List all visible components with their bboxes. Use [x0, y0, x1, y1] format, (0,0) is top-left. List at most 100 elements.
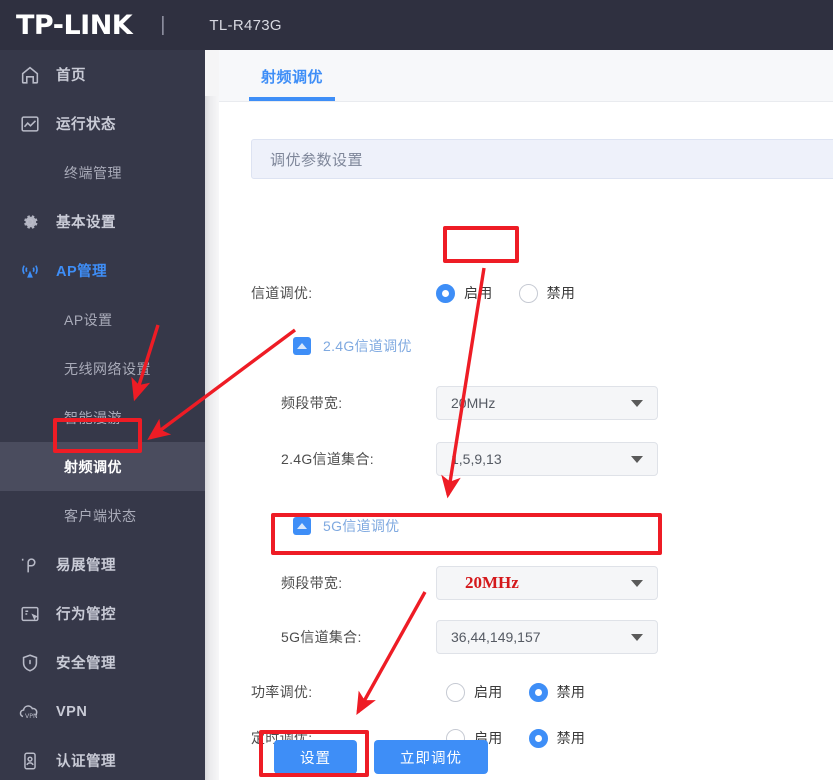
radio-label: 禁用 [556, 684, 586, 700]
row-bandwidth-5g: 频段带宽: 20MHz [251, 566, 658, 600]
sidebar-item-smart-roaming[interactable]: 智能漫游 [0, 393, 205, 442]
radio-timed-tuning-disable[interactable]: 禁用 [528, 728, 586, 748]
radio-dot-selected-icon [528, 728, 548, 748]
sidebar-item-label: 客户端状态 [64, 507, 137, 524]
select-channelset-24g[interactable]: 1,5,9,13 [436, 442, 658, 476]
radio-label: 禁用 [546, 285, 576, 301]
chevron-down-icon [631, 456, 643, 463]
auth-icon [16, 747, 44, 775]
top-header-bar: TP-LINK | TL-R473G [0, 0, 833, 50]
sidebar-item-label: 运行状态 [56, 117, 116, 133]
row-power-tuning: 功率调优: 启用 禁用 [251, 675, 611, 709]
sidebar-item-running-status[interactable]: 运行状态 [0, 99, 205, 148]
device-model-label: TL-R473G [209, 16, 282, 34]
tplink-logo: TP-LINK [16, 9, 133, 41]
sidebar-scrollbar[interactable] [205, 50, 220, 780]
sidebar-item-security-management[interactable]: 安全管理 [0, 638, 205, 687]
apply-button[interactable]: 设置 [274, 740, 357, 774]
radio-group-power-tuning[interactable]: 启用 禁用 [446, 682, 611, 702]
scrollbar-thumb[interactable] [205, 50, 220, 96]
radio-dot-selected-icon [528, 682, 548, 702]
label-channel-tuning: 信道调优: [251, 285, 313, 301]
radio-channel-tuning-disable[interactable]: 禁用 [518, 283, 576, 303]
section-label-24g: 2.4G信道调优 [323, 338, 412, 354]
chevron-down-icon [631, 634, 643, 641]
row-channelset-24g: 2.4G信道集合: 1,5,9,13 [251, 442, 658, 476]
sidebar-item-label: 易展管理 [56, 558, 116, 574]
sidebar-item-rf-tuning[interactable]: 射频调优 [0, 442, 205, 491]
label-channelset-5g: 5G信道集合: [281, 629, 362, 645]
sidebar-item-label: 认证管理 [56, 754, 116, 770]
chart-icon [16, 110, 44, 138]
tune-now-button[interactable]: 立即调优 [374, 740, 488, 774]
radio-channel-tuning-enable[interactable]: 启用 [436, 283, 493, 303]
vpn-cloud-icon: VPN [16, 698, 44, 726]
sidebar-item-label: 首页 [56, 68, 86, 84]
behavior-icon [16, 600, 44, 628]
radio-group-channel-tuning[interactable]: 启用 禁用 [436, 283, 601, 303]
select-value: 20MHz [451, 395, 496, 411]
section-toggle-5g[interactable]: 5G信道调优 [293, 516, 399, 536]
wifi-icon [16, 257, 44, 285]
label-bandwidth-5g: 频段带宽: [281, 575, 343, 591]
sidebar-item-terminal-management[interactable]: 终端管理 [0, 148, 205, 197]
sidebar-item-label: 基本设置 [56, 215, 116, 231]
svg-text:VPN: VPN [25, 713, 38, 720]
sidebar-item-basic-settings[interactable]: 基本设置 [0, 197, 205, 246]
sidebar-item-auth-management[interactable]: 认证管理 [0, 736, 205, 780]
sidebar-item-label: 终端管理 [64, 164, 122, 181]
section-toggle-24g[interactable]: 2.4G信道调优 [293, 336, 412, 356]
label-power-tuning: 功率调优: [251, 684, 313, 700]
select-value: 1,5,9,13 [451, 451, 502, 467]
radio-label: 禁用 [556, 730, 586, 746]
mesh-icon [16, 551, 44, 579]
radio-dot-icon [446, 682, 465, 702]
gear-icon [16, 208, 44, 236]
sidebar-item-client-status[interactable]: 客户端状态 [0, 491, 205, 540]
radio-power-tuning-disable[interactable]: 禁用 [528, 682, 586, 702]
panel-title: 调优参数设置 [270, 151, 364, 169]
sidebar-item-home[interactable]: 首页 [0, 50, 205, 99]
sidebar-item-easymesh-management[interactable]: 易展管理 [0, 540, 205, 589]
section-label-5g: 5G信道调优 [323, 518, 400, 534]
radio-dot-selected-icon [436, 283, 455, 303]
sidebar-item-wireless-network-settings[interactable]: 无线网络设置 [0, 344, 205, 393]
content-tabbar: 射频调优 [219, 50, 833, 102]
sidebar-item-ap-management[interactable]: AP管理 [0, 246, 205, 295]
sidebar-item-label: 无线网络设置 [64, 360, 151, 377]
label-bandwidth-24g: 频段带宽: [281, 395, 343, 411]
sidebar-item-label: AP设置 [64, 311, 113, 328]
sidebar-item-label: 行为管控 [56, 607, 116, 623]
panel-header-tuning-params: 调优参数设置 [251, 139, 833, 179]
sidebar-navigation[interactable]: 首页 运行状态 终端管理 基本设置 AP管理 AP设置 无线网络设置 智能漫游 … [0, 50, 205, 780]
chevron-down-icon [631, 400, 643, 407]
sidebar-item-label: 射频调优 [64, 458, 122, 475]
select-channelset-5g[interactable]: 36,44,149,157 [436, 620, 658, 654]
sidebar-item-label: VPN [56, 703, 88, 720]
select-bandwidth-5g[interactable]: 20MHz [436, 566, 658, 600]
row-bandwidth-24g: 频段带宽: 20MHz [251, 386, 658, 420]
header-divider: | [160, 13, 166, 36]
action-button-row: 设置 立即调优 [274, 740, 488, 774]
tab-rf-tuning[interactable]: 射频调优 [249, 66, 336, 101]
select-bandwidth-24g[interactable]: 20MHz [436, 386, 658, 420]
radio-label: 启用 [464, 285, 493, 301]
shield-icon [16, 649, 44, 677]
sidebar-item-label: 智能漫游 [64, 409, 122, 426]
sidebar-item-ap-settings[interactable]: AP设置 [0, 295, 205, 344]
sidebar-item-behavior-control[interactable]: 行为管控 [0, 589, 205, 638]
collapse-up-icon [293, 337, 311, 355]
row-channel-tuning: 信道调优: 启用 禁用 [251, 276, 601, 310]
scrollbar-track[interactable] [205, 50, 219, 780]
home-icon [16, 61, 44, 89]
chevron-down-icon [631, 580, 643, 587]
radio-power-tuning-enable[interactable]: 启用 [446, 682, 503, 702]
sidebar-item-label: 安全管理 [56, 656, 116, 672]
label-channelset-24g: 2.4G信道集合: [281, 451, 374, 467]
select-value: 36,44,149,157 [451, 629, 541, 645]
collapse-up-icon [293, 517, 311, 535]
sidebar-item-vpn[interactable]: VPN VPN [0, 687, 205, 736]
row-channelset-5g: 5G信道集合: 36,44,149,157 [251, 620, 658, 654]
select-value: 20MHz [465, 573, 519, 592]
sidebar-item-label: AP管理 [56, 264, 108, 280]
